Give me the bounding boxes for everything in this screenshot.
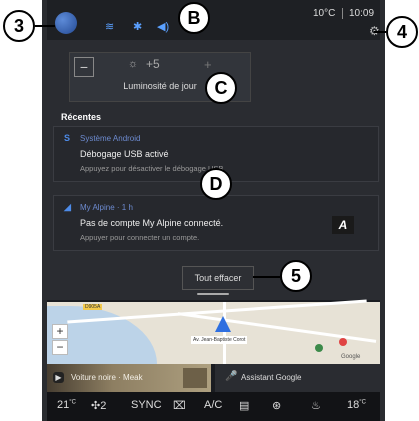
outside-temperature: 10°C	[313, 8, 336, 19]
notification-subtitle: Appuyez pour désactiver le débogage USB	[80, 164, 224, 173]
status-bar: ≋ ✱ ◀) 10°C 10:09 ⚙	[47, 0, 380, 40]
poi-marker[interactable]	[315, 344, 323, 352]
rear-defrost-icon[interactable]: ▤	[239, 399, 249, 412]
microphone-icon: 🎤	[225, 371, 238, 382]
brightness-minus-button[interactable]: −	[74, 57, 94, 77]
callout-4-line	[374, 31, 386, 33]
street-label: Av. Jean-Baptiste Corot	[191, 336, 248, 344]
status-separator	[342, 8, 343, 19]
callout-5: 5	[280, 260, 312, 292]
user-avatar[interactable]	[55, 12, 77, 34]
frame-right-edge	[380, 0, 385, 421]
bluetooth-icon: ✱	[133, 21, 143, 33]
notification-source: Système Android	[80, 134, 141, 143]
callout-d: D	[200, 168, 232, 200]
notification-card-alpine[interactable]: ◢ My Alpine · 1 h Pas de compte My Alpin…	[53, 195, 379, 251]
assistant-label: Assistant Google	[241, 373, 302, 382]
brightness-plus-button[interactable]: +	[204, 57, 212, 72]
alpine-logo-badge: A	[332, 216, 354, 234]
right-temp-unit: °C	[359, 399, 366, 406]
right-temperature[interactable]: 18°C	[347, 399, 366, 411]
volume-icon: ◀)	[157, 21, 170, 33]
poi-marker[interactable]	[339, 338, 347, 346]
brightness-value: +5	[146, 57, 160, 71]
screen: ≋ ✱ ◀) 10°C 10:09 ⚙ − ☼ +5 + Luminosité …	[47, 0, 380, 421]
climate-bar: 21°C ✣2 SYNC ⌧ A/C ▤ ⊛ ♨ 18°C	[47, 392, 380, 421]
wifi-icon: ≋	[105, 21, 115, 33]
map-widget[interactable]: D905A + − Av. Jean-Baptiste Corot Google	[47, 299, 380, 364]
road-tag: D905A	[83, 304, 103, 310]
callout-4: 4	[386, 16, 418, 48]
clear-all-button[interactable]: Tout effacer	[182, 266, 254, 290]
assistant-widget[interactable]: 🎤 Assistant Google	[215, 364, 380, 392]
album-art	[183, 368, 207, 388]
fan-icon: ✣	[91, 400, 101, 412]
fan-speed[interactable]: ✣2	[91, 399, 106, 412]
callout-3: 3	[3, 10, 35, 42]
fan-level: 2	[100, 400, 107, 412]
callout-3-line	[35, 25, 55, 27]
navigation-arrow-icon	[215, 316, 231, 332]
steering-wheel-heat-icon[interactable]: ⊛	[272, 399, 281, 412]
panel-drag-handle[interactable]	[197, 293, 229, 295]
map-attribution: Google	[341, 354, 361, 360]
android-s-icon: S	[64, 133, 71, 143]
left-temp-value: 21	[57, 399, 70, 411]
recent-section-title: Récentes	[61, 112, 102, 122]
notification-source: My Alpine · 1 h	[80, 203, 133, 212]
callout-5-line	[253, 276, 280, 278]
notification-title: Débogage USB activé	[80, 149, 169, 159]
zoom-in-button[interactable]: +	[52, 324, 68, 339]
alpine-icon: ◢	[64, 202, 71, 212]
zoom-out-button[interactable]: −	[52, 340, 68, 355]
clock: 10:09	[349, 8, 375, 19]
left-temp-unit: °C	[69, 399, 76, 406]
callout-b: B	[178, 2, 210, 34]
seat-heat-icon[interactable]: ♨	[311, 399, 321, 412]
media-widget[interactable]: ▶ Voiture noire · Meak	[47, 364, 211, 392]
sync-button[interactable]: SYNC	[131, 399, 162, 411]
left-temperature[interactable]: 21°C	[57, 399, 76, 411]
sun-icon: ☼	[128, 58, 139, 70]
notification-title: Pas de compte My Alpine connecté.	[80, 218, 224, 228]
notification-subtitle: Appuyer pour connecter un compte.	[80, 233, 200, 242]
media-source-icon: ▶	[53, 372, 64, 383]
windshield-defrost-icon[interactable]: ⌧	[173, 399, 186, 412]
callout-c: C	[205, 72, 237, 104]
media-title: Voiture noire · Meak	[71, 373, 143, 382]
map-road	[223, 302, 226, 364]
right-temp-value: 18	[347, 399, 360, 411]
ac-button[interactable]: A/C	[204, 399, 222, 411]
